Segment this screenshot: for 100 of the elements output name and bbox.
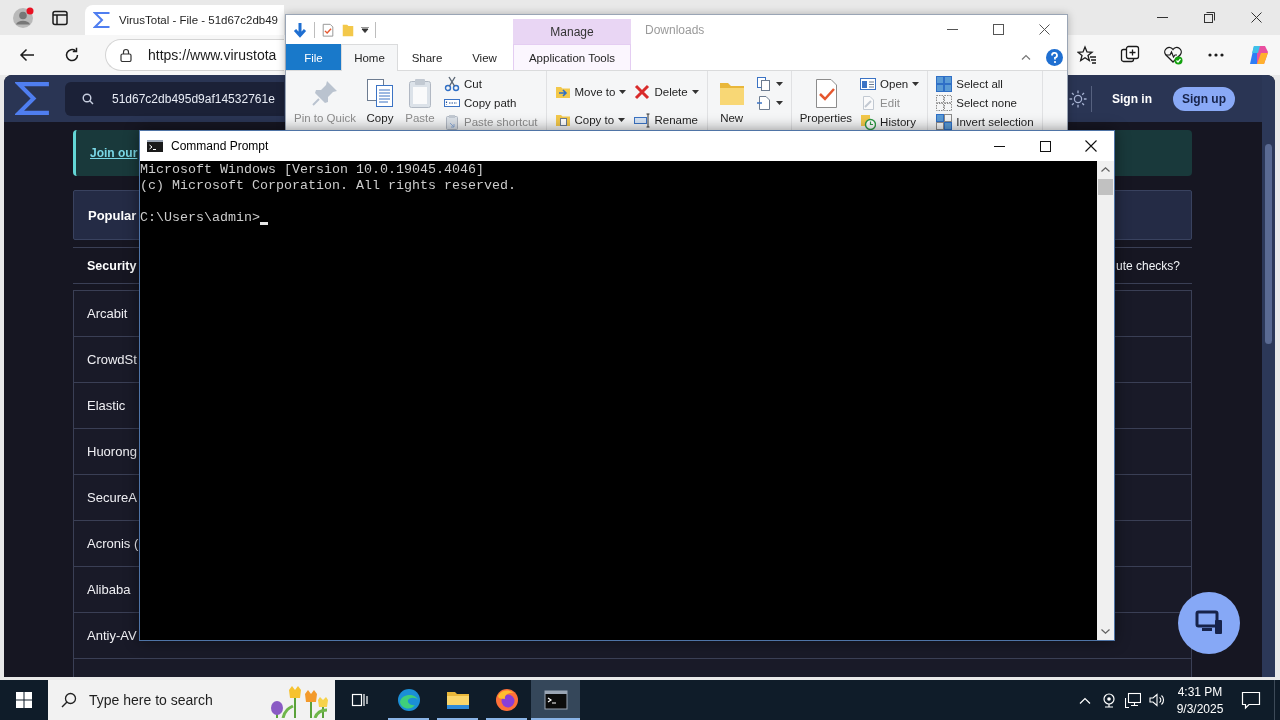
ribbon-button[interactable]: Select all xyxy=(933,74,1037,93)
ribbon-tab[interactable]: Application Tools xyxy=(513,44,631,70)
ribbon-tab[interactable]: View xyxy=(456,44,513,70)
ribbon-button[interactable]: Invert selection xyxy=(933,112,1037,130)
maximize-icon xyxy=(1039,140,1051,152)
console-scrollbar[interactable] xyxy=(1097,161,1114,640)
chevron-up-icon[interactable] xyxy=(1021,54,1031,60)
webcam-icon xyxy=(1101,692,1117,708)
vendor-name: Huorong xyxy=(87,444,137,459)
chevron-down-icon xyxy=(1101,629,1110,634)
ribbon-button[interactable]: New xyxy=(712,73,751,124)
network-monitor-icon xyxy=(1125,692,1141,708)
minimize-icon xyxy=(1157,17,1168,18)
arrow-down-icon xyxy=(292,21,308,38)
section-title: Security xyxy=(87,258,137,273)
restore-icon xyxy=(1204,12,1215,23)
sun-icon[interactable] xyxy=(1069,89,1087,108)
terminal-icon xyxy=(147,140,163,152)
close-icon xyxy=(1085,140,1097,152)
help-icon[interactable] xyxy=(1046,48,1063,66)
document-icon xyxy=(755,94,772,111)
scrollbar-thumb[interactable] xyxy=(1098,179,1113,195)
sign-in-link[interactable]: Sign in xyxy=(1112,91,1152,106)
page-scrollbar[interactable] xyxy=(1262,75,1275,677)
more-icon xyxy=(1208,53,1224,57)
folder-arrow-icon xyxy=(554,84,571,100)
document-stack-icon xyxy=(755,75,772,92)
refresh-icon xyxy=(64,47,80,63)
vendor-name: Acronis ( xyxy=(87,536,139,551)
x-mark-icon xyxy=(634,84,651,100)
clock-date[interactable]: 9/3/2025 xyxy=(1176,701,1224,716)
sigma-logo-icon xyxy=(15,80,52,117)
ribbon-tab[interactable]: Home xyxy=(341,44,398,71)
chevron-up-icon xyxy=(1079,696,1091,704)
console-line: (c) Microsoft Corporation. All rights reserved. xyxy=(140,178,516,193)
tab-actions-icon xyxy=(52,9,68,26)
window-title: Downloads xyxy=(645,22,705,37)
chevron-up-icon xyxy=(1101,167,1110,172)
lock-icon xyxy=(119,48,133,62)
sign-up-button[interactable]: Sign up xyxy=(1173,86,1235,111)
squares-plus-icon xyxy=(1120,45,1140,65)
caret-down-icon xyxy=(361,26,369,33)
invert-squares-icon xyxy=(936,113,953,130)
ribbon-tab[interactable]: File xyxy=(286,44,341,70)
clock-time[interactable]: 4:31 PM xyxy=(1177,684,1223,699)
profile-button[interactable] xyxy=(12,6,34,29)
search-field[interactable]: 51d67c2db495d9af14532761e xyxy=(65,81,284,116)
taskbar-search-field[interactable]: Type here to search xyxy=(48,680,335,720)
star-lines-icon xyxy=(1077,45,1097,65)
task-view-icon xyxy=(350,691,369,709)
context-tab-header: Manage xyxy=(513,19,631,44)
ribbon-button[interactable]: Cut xyxy=(441,74,541,93)
heart-pulse-icon xyxy=(1163,45,1183,65)
ribbon-button[interactable]: Select none xyxy=(933,93,1037,112)
ribbon-button[interactable]: Open xyxy=(857,74,923,93)
tab-actions-button[interactable] xyxy=(52,9,68,26)
browser-tab[interactable]: VirusTotal - File - 51d67c2db49 xyxy=(85,5,284,35)
text-cursor-icon xyxy=(260,222,268,225)
document-check-icon xyxy=(321,22,335,37)
edge-logo-icon xyxy=(396,688,421,712)
speaker-icon xyxy=(1149,692,1165,708)
close-icon xyxy=(1038,24,1050,35)
vendor-name: SecureA xyxy=(87,490,137,505)
minimize-icon xyxy=(993,145,1005,147)
maximize-icon xyxy=(992,24,1004,35)
dashed-squares-icon xyxy=(936,94,953,111)
search-icon xyxy=(82,92,94,105)
vendor-name: Arcabit xyxy=(87,306,128,321)
speech-bubble-icon xyxy=(1241,690,1261,710)
window-icon xyxy=(860,75,877,92)
arrow-left-icon xyxy=(19,47,35,63)
ribbon-button[interactable]: Copy path xyxy=(441,93,541,112)
grid-squares-icon xyxy=(936,75,953,92)
pencil-document-icon xyxy=(860,94,877,111)
console-prompt: C:\Users\admin> xyxy=(140,210,260,226)
vendor-name: Alibaba xyxy=(87,582,131,597)
ribbon-button[interactable]: Move to xyxy=(551,78,630,106)
avatar-icon xyxy=(12,6,34,29)
close-icon xyxy=(1251,12,1262,23)
ribbon-button[interactable]: Rename xyxy=(631,106,702,130)
vendor-name: Antiy-AV xyxy=(87,628,137,643)
ribbon-button[interactable]: Delete xyxy=(631,78,702,106)
ribbon-button[interactable]: Copy xyxy=(361,73,399,124)
scissors-icon xyxy=(444,75,460,92)
scrollbar-thumb[interactable] xyxy=(1265,144,1272,344)
copilot-logo-icon xyxy=(1248,44,1270,66)
taskbar-app-button[interactable] xyxy=(531,680,580,720)
join-link[interactable]: Join our xyxy=(90,146,138,160)
address-field[interactable]: https://www.virustota xyxy=(105,39,284,71)
clipboard-small-icon xyxy=(444,113,460,130)
terminal-icon xyxy=(543,688,568,712)
windows-logo-icon xyxy=(16,692,32,708)
ribbon-tab[interactable]: Share xyxy=(398,44,456,70)
ribbon-button[interactable]: Properties xyxy=(796,73,856,124)
vendor-name: Elastic xyxy=(87,398,126,413)
checks-link[interactable]: ute checks? xyxy=(1115,258,1180,273)
window-title: Command Prompt xyxy=(171,139,269,153)
vendor-name: CrowdSt xyxy=(87,352,137,367)
folder-icon xyxy=(341,22,355,37)
console-line: Microsoft Windows [Version 10.0.19045.4046] xyxy=(140,162,484,177)
